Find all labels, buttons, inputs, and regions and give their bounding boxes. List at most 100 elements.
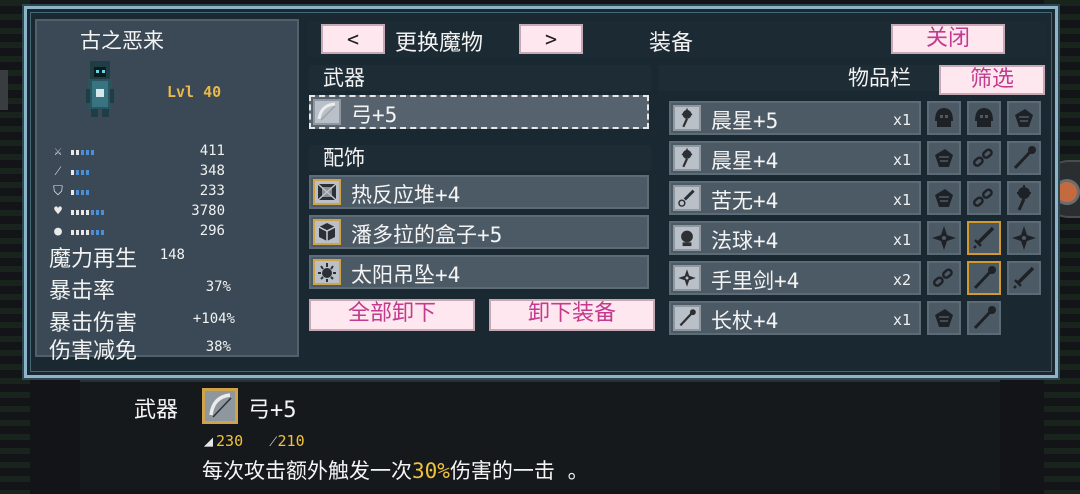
unequip-button[interactable]: 卸下装备 <box>489 299 655 331</box>
item-quantity: x1 <box>892 311 911 329</box>
morningstar-icon <box>1010 184 1038 212</box>
gauntlet-icon <box>930 184 958 212</box>
inventory-item[interactable]: 苦无+4 x1 <box>669 181 921 215</box>
item-name: 晨星+4 <box>711 149 779 173</box>
prev-monster-button[interactable]: < <box>321 24 385 54</box>
inventory-item[interactable]: 手里剑+4 x2 <box>669 261 921 295</box>
item-name: 手里剑+4 <box>711 269 800 293</box>
stat-value: 38% <box>205 339 231 355</box>
bow-icon <box>313 99 341 125</box>
tooltip-attack-stat: ◢ 230 <box>204 432 243 450</box>
item-name: 长杖+4 <box>711 309 779 333</box>
inventory-item[interactable]: 法球+4 x1 <box>669 221 921 255</box>
item-quantity: x1 <box>892 191 911 209</box>
morningstar-icon <box>676 107 698 129</box>
inventory-grid-cell[interactable] <box>927 221 961 255</box>
inventory-grid-cell[interactable] <box>927 101 961 135</box>
reactor-icon <box>313 179 341 205</box>
stat-value: 3780 <box>191 203 225 219</box>
inventory-grid-cell[interactable] <box>1007 261 1041 295</box>
inventory-grid-cell[interactable] <box>967 261 1001 295</box>
inventory-grid-cell[interactable] <box>1007 141 1041 175</box>
sword-icon: ◢ <box>204 432 214 450</box>
staff-icon <box>1010 144 1038 172</box>
inventory-grid-cell[interactable] <box>967 301 1001 335</box>
morningstar-icon <box>673 145 701 171</box>
weapon-section-header: 武器 <box>309 65 651 91</box>
stat-row-magic: ⁄ 348 <box>49 163 225 181</box>
inventory-grid-cell[interactable] <box>967 181 1001 215</box>
inventory-item[interactable]: 晨星+5 x1 <box>669 101 921 135</box>
stat-row-mana: ● 296 <box>49 223 225 241</box>
unequip-all-button[interactable]: 全部卸下 <box>309 299 475 331</box>
magic-value: 210 <box>277 432 305 450</box>
inventory-grid-cell[interactable] <box>1007 101 1041 135</box>
sword-icon: ⚔ <box>54 144 62 159</box>
accessory-name: 潘多拉的盒子+5 <box>351 223 503 247</box>
accessory-slot[interactable]: 热反应堆+4 <box>309 175 649 209</box>
stat-bar <box>71 150 94 155</box>
inventory-grid-cell[interactable] <box>1007 221 1041 255</box>
weapon-slot[interactable]: 弓+5 <box>309 95 649 129</box>
stat-bar <box>71 190 89 195</box>
chain-icon <box>930 264 958 292</box>
accessory-slot[interactable]: 潘多拉的盒子+5 <box>309 215 649 249</box>
attack-value: 230 <box>216 432 244 450</box>
weapon-name: 弓+5 <box>351 103 398 127</box>
item-quantity: x1 <box>892 151 911 169</box>
inventory-grid-cell[interactable] <box>927 261 961 295</box>
inventory-grid-cell[interactable] <box>967 101 1001 135</box>
accessory-slot[interactable]: 太阳吊坠+4 <box>309 255 649 289</box>
staff-icon <box>970 304 998 332</box>
box-icon <box>313 219 341 245</box>
gauntlet-icon <box>930 144 958 172</box>
inventory-grid-cell[interactable] <box>967 141 1001 175</box>
staff-icon <box>673 305 701 331</box>
inventory-grid-cell[interactable] <box>1007 181 1041 215</box>
item-name: 法球+4 <box>711 229 779 253</box>
staff-icon: ⁄ <box>272 432 275 450</box>
tooltip-item-name: 弓+5 <box>248 398 297 423</box>
kunai-icon <box>676 187 698 209</box>
item-quantity: x1 <box>892 111 911 129</box>
tooltip-category: 武器 <box>134 398 179 423</box>
accessory-section-header: 配饰 <box>309 145 651 171</box>
inventory-grid-cell[interactable] <box>927 141 961 175</box>
staff-icon <box>970 264 998 292</box>
inventory-grid-cell[interactable] <box>927 301 961 335</box>
inventory-item[interactable]: 长杖+4 x1 <box>669 301 921 335</box>
inventory-grid-cell[interactable] <box>927 181 961 215</box>
filter-button[interactable]: 筛选 <box>939 65 1045 95</box>
morningstar-icon <box>673 105 701 131</box>
inventory-item[interactable]: 晨星+4 x1 <box>669 141 921 175</box>
orb-icon <box>673 225 701 251</box>
side-tab <box>0 70 8 110</box>
stat-value: +104% <box>192 311 235 327</box>
stat-row-health: ♥ 3780 <box>49 203 225 221</box>
desc-text: 每次攻击额外触发一次 <box>202 459 412 483</box>
stat-row-defense: ⛉ 233 <box>49 183 225 201</box>
heart-icon: ♥ <box>54 204 62 219</box>
close-button[interactable]: 关闭 <box>891 24 1005 54</box>
stat-bar <box>71 210 104 215</box>
shuriken-icon <box>676 267 698 289</box>
monster-stat-panel: 古之恶来 Lvl 40 ⚔ 411 ⁄ 348 ⛉ 233 ♥ 3780 ● 2… <box>35 19 299 364</box>
kunai-icon <box>673 185 701 211</box>
stat-value: 148 <box>159 247 185 263</box>
stat-label: 暴击率 <box>49 279 116 304</box>
inventory-grid-cell[interactable] <box>967 221 1001 255</box>
monster-level: Lvl 40 <box>167 83 222 101</box>
chain-icon <box>970 144 998 172</box>
stat-value: 233 <box>199 183 225 199</box>
stat-value: 348 <box>199 163 225 179</box>
staff-icon: ⁄ <box>56 164 60 179</box>
sword-icon <box>1010 264 1038 292</box>
stat-value: 411 <box>199 143 225 159</box>
staff-icon <box>676 307 698 329</box>
switch-monster-label: 更换魔物 <box>395 31 484 56</box>
morningstar-icon <box>676 147 698 169</box>
gauntlet-icon <box>930 304 958 332</box>
next-monster-button[interactable]: > <box>519 24 583 54</box>
shuriken-icon <box>673 265 701 291</box>
item-name: 苦无+4 <box>711 189 779 213</box>
